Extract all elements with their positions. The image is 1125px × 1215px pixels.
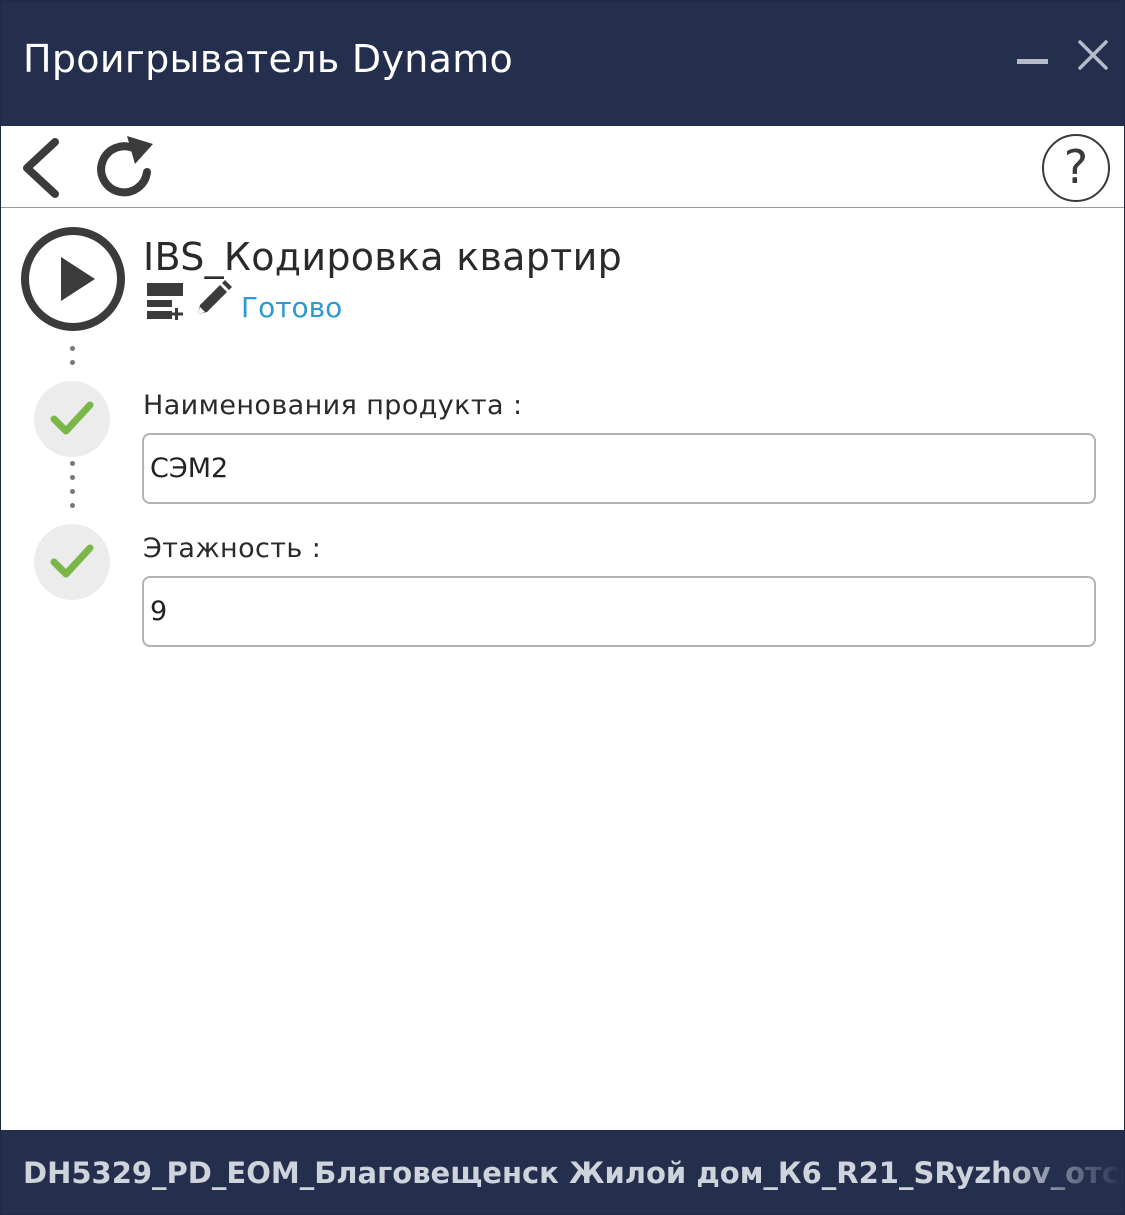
graph-view-icon [147,283,183,320]
connector-dot [70,503,75,508]
help-button[interactable]: ? [1042,134,1110,202]
close-button[interactable] [1069,31,1117,81]
status-footer: DH5329_PD_EOM_Благовещенск Жилой дом_К6_… [1,1130,1124,1214]
close-icon [1078,40,1108,70]
connector-dot [70,346,75,351]
script-panel: IBS_Кодировка квартир Готово Наименовани… [1,209,1124,1129]
checkmark-icon [50,544,94,578]
refresh-button[interactable] [91,132,161,202]
pencil-icon [198,280,232,314]
title-bar[interactable]: Проигрыватель Dynamo [1,1,1124,126]
floors-input[interactable] [142,576,1096,647]
window-title: Проигрыватель Dynamo [23,37,514,81]
dynamo-player-window: Проигрыватель Dynamo ? IBS_Кодировка ква… [0,0,1125,1215]
document-name: DH5329_PD_EOM_Благовещенск Жилой дом_К6_… [23,1156,1124,1190]
connector-dot [70,461,75,466]
footer-fade [1004,1130,1124,1214]
product-name-input[interactable] [142,433,1096,504]
connector-dot [70,360,75,365]
open-graph-button[interactable] [145,281,185,321]
help-icon: ? [1063,140,1089,194]
script-title: IBS_Кодировка квартир [143,235,623,279]
input-label-product-name: Наименования продукта : [143,390,523,421]
connector-dot [70,489,75,494]
play-icon [21,227,125,331]
toolbar: ? [1,126,1124,208]
run-script-button[interactable] [19,225,127,333]
script-status: Готово [241,291,343,324]
refresh-icon [97,136,153,197]
connector-dot [70,475,75,480]
input-status-badge [34,381,110,457]
back-button[interactable] [15,134,69,200]
input-label-floors: Этажность : [143,533,322,564]
minimize-button[interactable] [1009,31,1057,81]
checkmark-icon [50,401,94,435]
input-status-badge [34,524,110,600]
chevron-left-icon [23,138,59,198]
edit-script-button[interactable] [193,279,233,319]
